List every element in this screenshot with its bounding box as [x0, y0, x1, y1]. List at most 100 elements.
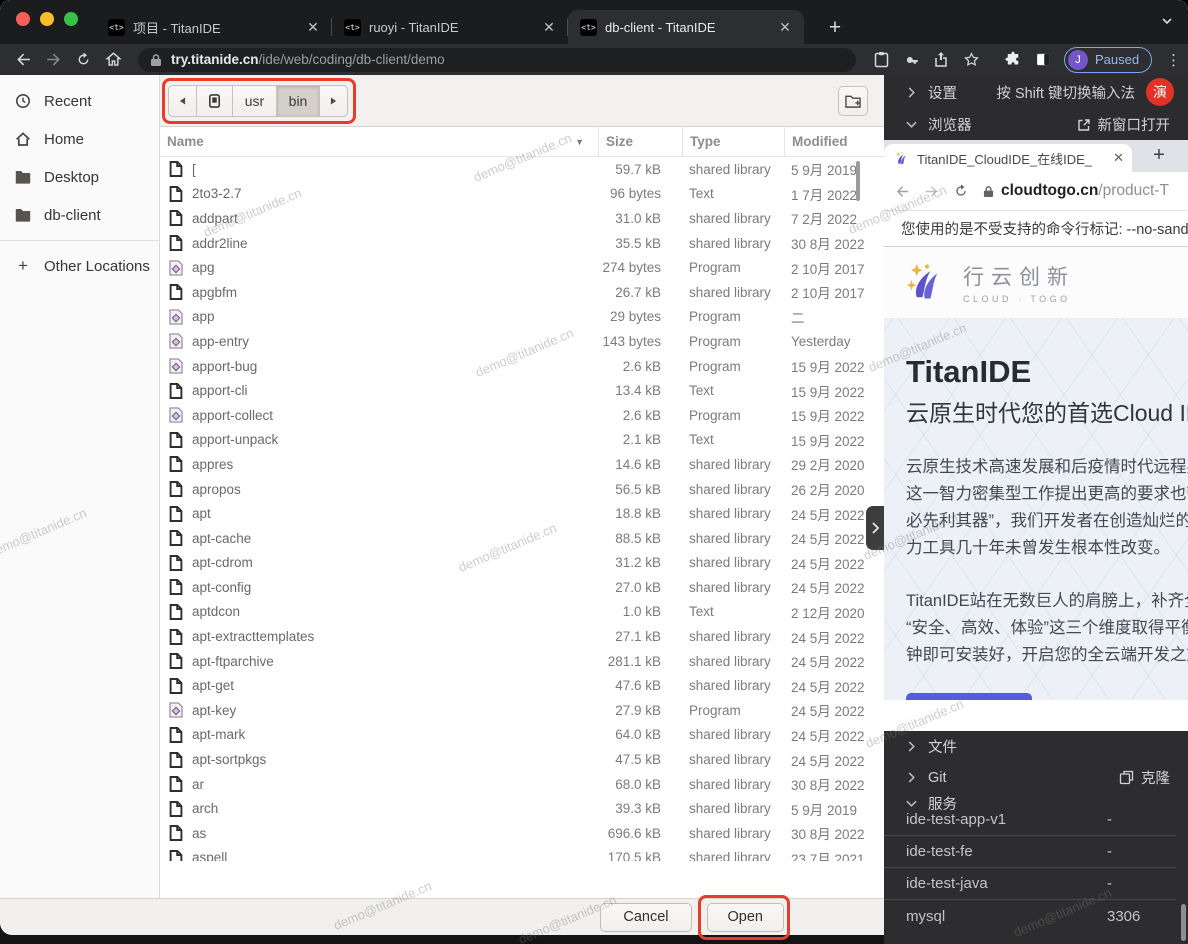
table-row[interactable]: app-entry143 bytesProgramYesterday — [160, 329, 884, 354]
service-row[interactable]: ide-test-java- — [884, 868, 1176, 900]
table-row[interactable]: apt-extracttemplates27.1 kBshared librar… — [160, 624, 884, 649]
table-row[interactable]: aspell170.5 kBshared library23 7月 2021 — [160, 846, 884, 861]
path-forward-icon[interactable] — [319, 85, 348, 117]
mini-url-bar[interactable]: cloudtogo.cn/product-T — [983, 182, 1169, 200]
back-icon[interactable] — [8, 47, 38, 73]
table-row[interactable]: apt-sortpkgs47.5 kBshared library24 5月 2… — [160, 747, 884, 772]
browser-section-row[interactable]: 浏览器 新窗口打开 — [884, 109, 1188, 140]
clipboard-icon[interactable] — [866, 47, 896, 73]
close-window-button[interactable] — [16, 12, 30, 26]
filesystem-root-icon[interactable] — [196, 85, 233, 117]
panel-collapse-handle[interactable] — [866, 506, 884, 550]
tab-close-icon[interactable]: ✕ — [304, 18, 322, 36]
table-row[interactable]: 2to3-2.796 bytesText1 7月 2022 — [160, 182, 884, 207]
mini-tab-close-icon[interactable]: ✕ — [1113, 150, 1124, 166]
column-header-type[interactable]: Type — [682, 127, 784, 156]
sidebar-item-home[interactable]: Home — [0, 120, 159, 158]
settings-section-row[interactable]: 设置 按 Shift 键切换输入法 演 — [884, 75, 1188, 109]
service-list: ide-test-app-v1-ide-test-fe-ide-test-jav… — [884, 804, 1176, 932]
bookmark-star-icon[interactable] — [956, 47, 986, 73]
table-row[interactable]: as696.6 kBshared library30 8月 2022 — [160, 821, 884, 846]
browser-tab[interactable]: <t>项目 - TitanIDE✕ — [96, 10, 332, 44]
service-row[interactable]: ide-test-fe- — [884, 836, 1176, 868]
table-row[interactable]: apt-mark64.0 kBshared library24 5月 2022 — [160, 723, 884, 748]
column-header-size[interactable]: Size — [598, 127, 682, 156]
table-row[interactable]: apt-cache88.5 kBshared library24 5月 2022 — [160, 526, 884, 551]
breadcrumb-segment-bin[interactable]: bin — [276, 85, 320, 117]
file-list-scrollbar[interactable] — [856, 161, 860, 201]
table-row[interactable]: addpart31.0 kBshared library7 2月 2022 — [160, 206, 884, 231]
table-row[interactable]: app29 bytesProgram二 — [160, 305, 884, 330]
key-icon[interactable] — [896, 47, 926, 73]
profile-chip[interactable]: J Paused — [1064, 47, 1152, 73]
open-button[interactable]: Open — [707, 903, 784, 932]
sidebar-item-db-client[interactable]: db-client — [0, 196, 159, 234]
table-row[interactable]: apt-get47.6 kBshared library24 5月 2022 — [160, 673, 884, 698]
table-row[interactable]: apport-cli13.4 kBText15 9月 2022 — [160, 378, 884, 403]
sidebar-item-desktop[interactable]: Desktop — [0, 158, 159, 196]
sidebar-item-recent[interactable]: Recent — [0, 82, 159, 120]
side-panel-icon[interactable] — [1028, 47, 1058, 73]
table-row[interactable]: apt-config27.0 kBshared library24 5月 202… — [160, 575, 884, 600]
browser-tab[interactable]: <t>ruoyi - TitanIDE✕ — [332, 10, 568, 44]
file-size: 68.0 kB — [598, 777, 682, 792]
sidebar-item-label: Recent — [44, 93, 92, 110]
mini-tab[interactable]: TitanIDE_CloudIDE_在线IDE_ ✕ — [884, 144, 1132, 172]
column-header-name[interactable]: Name ▼ — [160, 127, 598, 156]
git-section-row[interactable]: Git 克隆 — [884, 762, 1188, 793]
tab-close-icon[interactable]: ✕ — [776, 18, 794, 36]
table-row[interactable]: apt18.8 kBshared library24 5月 2022 — [160, 501, 884, 526]
tab-search-chevron-icon[interactable] — [1160, 14, 1174, 28]
table-row[interactable]: [59.7 kBshared library5 9月 2019 — [160, 157, 884, 182]
table-row[interactable]: appres14.6 kBshared library29 2月 2020 — [160, 452, 884, 477]
table-row[interactable]: ar68.0 kBshared library30 8月 2022 — [160, 772, 884, 797]
mini-new-tab-button[interactable]: + — [1146, 143, 1172, 169]
services-section-row[interactable]: 服务 — [884, 793, 1176, 813]
git-clone-button[interactable]: 克隆 — [1119, 767, 1170, 788]
table-row[interactable]: apport-bug2.6 kBProgram15 9月 2022 — [160, 354, 884, 379]
sidebar-item-other-locations[interactable]: + Other Locations — [0, 247, 159, 285]
table-row[interactable]: apg274 bytesProgram2 10月 2017 — [160, 255, 884, 280]
reload-icon[interactable] — [68, 47, 98, 73]
path-back-icon[interactable] — [168, 85, 197, 117]
url-bar[interactable]: try.titanide.cn/ide/web/coding/db-client… — [138, 48, 856, 72]
table-row[interactable]: apport-unpack2.1 kBText15 9月 2022 — [160, 428, 884, 453]
maximize-window-button[interactable] — [64, 12, 78, 26]
table-row[interactable]: apt-ftparchive281.1 kBshared library24 5… — [160, 649, 884, 674]
share-icon[interactable] — [926, 47, 956, 73]
menu-dots-icon[interactable]: ⋮ — [1158, 51, 1188, 69]
titanide-favicon-icon: <t> — [344, 19, 361, 36]
extensions-icon[interactable] — [998, 47, 1028, 73]
new-tab-button[interactable]: + — [822, 16, 848, 42]
home-icon[interactable] — [98, 47, 128, 73]
service-row[interactable]: mysql3306 — [884, 900, 1176, 932]
open-new-window-button[interactable]: 新窗口打开 — [1077, 114, 1171, 135]
forward-icon[interactable] — [38, 47, 68, 73]
cancel-button[interactable]: Cancel — [600, 903, 691, 932]
ime-badge[interactable]: 演 — [1146, 78, 1174, 106]
table-row[interactable]: addr2line35.5 kBshared library30 8月 2022 — [160, 231, 884, 256]
breadcrumb-segment-usr[interactable]: usr — [232, 85, 277, 117]
table-row[interactable]: apport-collect2.6 kBProgram15 9月 2022 — [160, 403, 884, 428]
tab-close-icon[interactable]: ✕ — [540, 18, 558, 36]
chevron-down-icon — [906, 119, 917, 130]
panel-scrollbar[interactable] — [1181, 904, 1186, 941]
file-name: ar — [192, 777, 204, 792]
download-button[interactable]: 马上下载 — [906, 693, 1032, 700]
mini-back-icon[interactable] — [888, 183, 917, 200]
column-header-modified[interactable]: Modified — [784, 127, 884, 156]
browser-tab[interactable]: <t>db-client - TitanIDE✕ — [568, 10, 804, 44]
new-folder-button[interactable] — [838, 86, 868, 116]
minimize-window-button[interactable] — [40, 12, 54, 26]
document-file-icon — [169, 235, 183, 251]
mini-forward-icon[interactable] — [917, 183, 946, 200]
mini-reload-icon[interactable] — [946, 183, 975, 199]
files-section-row[interactable]: 文件 — [884, 731, 1188, 762]
file-modified: 30 8月 2022 — [784, 774, 884, 794]
table-row[interactable]: arch39.3 kBshared library5 9月 2019 — [160, 796, 884, 821]
table-row[interactable]: apgbfm26.7 kBshared library2 10月 2017 — [160, 280, 884, 305]
table-row[interactable]: aptdcon1.0 kBText2 12月 2020 — [160, 600, 884, 625]
table-row[interactable]: apropos56.5 kBshared library26 2月 2020 — [160, 477, 884, 502]
table-row[interactable]: apt-cdrom31.2 kBshared library24 5月 2022 — [160, 551, 884, 576]
table-row[interactable]: apt-key27.9 kBProgram24 5月 2022 — [160, 698, 884, 723]
